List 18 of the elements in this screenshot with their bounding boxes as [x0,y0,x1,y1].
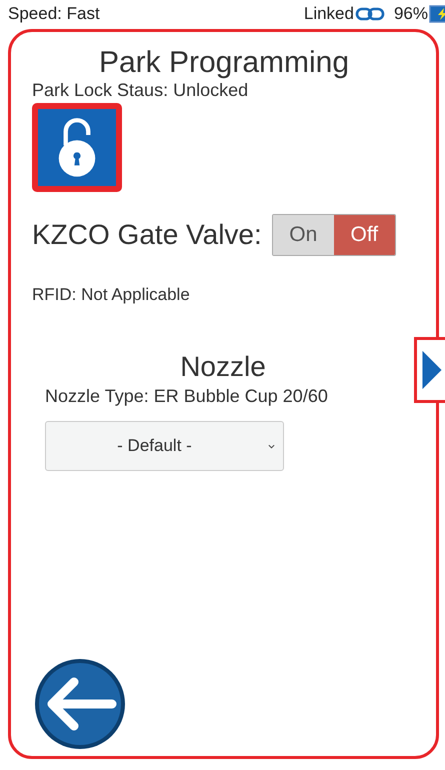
chevron-down-icon [268,444,275,449]
gate-valve-label: KZCO Gate Valve: [32,219,262,251]
speed-text: Speed: Fast [8,4,100,24]
link-status-text: Linked [304,4,354,24]
back-button[interactable] [34,658,126,750]
nozzle-heading: Nozzle [180,351,266,383]
link-icon [354,7,385,21]
next-page-button[interactable] [414,337,445,403]
page-title: Park Programming [98,46,350,80]
rfid-text: RFID: Not Applicable [32,285,191,305]
nozzle-type-text: Nozzle Type: ER Bubble Cup 20/60 [45,386,329,407]
lock-button[interactable] [32,103,122,192]
toggle-option[interactable]: On [272,215,334,255]
toggle-option[interactable]: Off [334,215,395,255]
battery-text: 96% [394,4,428,24]
lock-status-text: Park Lock Staus: Unlocked [32,80,250,100]
right-triangle-icon [420,349,444,391]
nozzle-dropdown[interactable]: - Default - [45,421,284,471]
